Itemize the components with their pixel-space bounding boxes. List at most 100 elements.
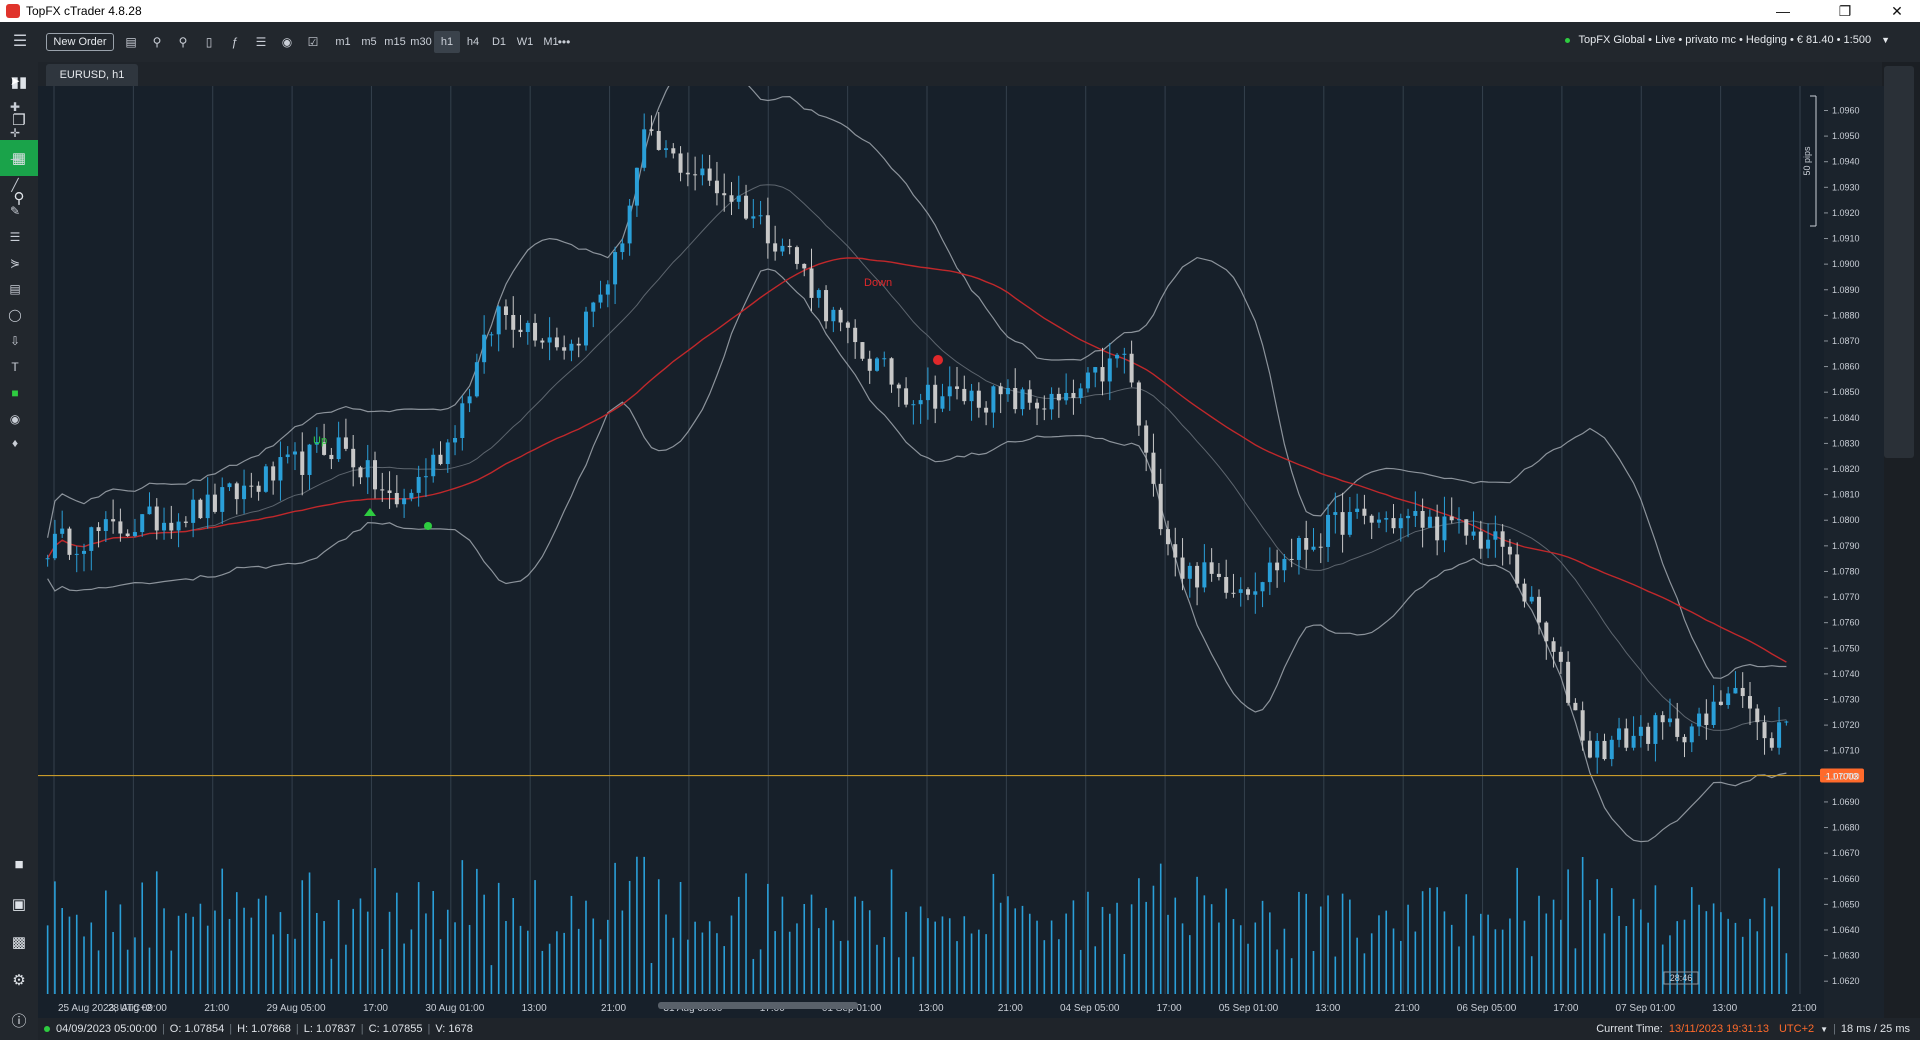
candle-body [1558,651,1563,662]
candle-body [1420,510,1425,528]
tab-eurusd-h1[interactable]: EURUSD, h1 [46,64,138,86]
candle-body [1587,740,1592,758]
crosshair-alt-icon[interactable]: ✛ [2,122,28,144]
minimize-icon[interactable]: — [1760,0,1806,22]
chevron-down-icon[interactable]: ▼ [1820,1025,1828,1034]
account-info[interactable]: TopFX Global • Live • privato mc • Hedgi… [1565,34,1890,46]
candle-body [1507,546,1512,555]
candle-body [373,460,378,490]
restore-icon[interactable]: ❐ [1822,0,1868,22]
candle-body [198,499,203,519]
candle-body [1376,519,1381,523]
candle-body [249,485,254,487]
price-level-label: 1.0820 [1832,464,1860,474]
connection-status-icon [44,1026,50,1032]
eye-icon[interactable]: ◉ [278,31,296,53]
price-level-label: 1.0800 [1832,515,1860,525]
pencil-icon[interactable]: ✎ [2,200,28,222]
crosshair-icon[interactable]: ✚ [2,96,28,118]
price-level-label: 1.0780 [1832,566,1860,576]
layout-icon[interactable]: ▤ [122,31,140,53]
store-icon[interactable]: ▣ [0,886,38,922]
timeframe-m1[interactable]: m1 [330,31,356,53]
candle-body [74,553,79,555]
horizontal-scrollbar[interactable] [658,1002,858,1009]
candle-body [998,386,1003,395]
horizontal-line-icon[interactable]: ─ [2,148,28,170]
time-axis-label: 13:00 [522,1003,547,1014]
channel-icon[interactable]: ☰ [2,226,28,248]
candle-body [380,489,385,491]
alert-bell-icon[interactable]: ♦ [2,432,28,454]
candle-body [1784,721,1789,723]
candle-body [1384,518,1389,520]
time-axis-label: 28 Aug 09:00 [108,1003,167,1014]
candle-body [569,343,574,351]
briefcase-icon[interactable]: ■ [0,846,38,882]
fibonacci-icon[interactable]: ▤ [2,278,28,300]
price-level-label: 1.0650 [1832,899,1860,909]
chart-type-icon[interactable]: ▯ [200,31,218,53]
timeframe-W1[interactable]: W1 [512,31,538,53]
candle-body [1478,531,1483,549]
candle-body [1333,512,1338,515]
candle-body [976,390,981,408]
candle-body [1747,696,1752,709]
indicators-icon[interactable]: ƒ [226,31,244,53]
candle-body [1456,519,1461,521]
settings-check-icon[interactable]: ☑ [304,31,322,53]
candle-body [896,384,901,389]
candle-body [947,386,952,397]
candle-body [649,129,654,131]
candle-body [1660,715,1665,723]
more-options-icon[interactable]: ••• [555,31,573,53]
candle-body [940,396,945,409]
layers-icon[interactable]: ☰ [252,31,270,53]
arrow-icon[interactable]: ⇩ [2,330,28,352]
timeframe-D1[interactable]: D1 [486,31,512,53]
candle-body [1202,562,1207,588]
timeframe-m30[interactable]: m30 [408,31,434,53]
timeframe-m5[interactable]: m5 [356,31,382,53]
pitchfork-icon[interactable]: ⋟ [2,252,28,274]
wallet-icon[interactable]: ▩ [0,924,38,960]
help-icon[interactable]: ⓘ [0,1002,38,1038]
timeframe-m15[interactable]: m15 [382,31,408,53]
candle-body [1762,722,1767,739]
color-swatch-icon[interactable]: ■ [2,382,28,404]
candle-body [1500,531,1505,547]
time-axis-label: 29 Aug 05:00 [267,1003,326,1014]
price-level-label: 1.0700 [1832,771,1860,781]
candle-body [714,180,719,194]
candle-body [1224,577,1229,593]
zoom-in-icon[interactable]: ⚲ [148,31,166,53]
timeframe-h4[interactable]: h4 [460,31,486,53]
timeframe-h1[interactable]: h1 [434,31,460,53]
price-chart[interactable]: 1.070031.09601.09501.09401.09301.09201.0… [38,86,1884,1018]
candle-body [1056,393,1061,401]
candle-body [1595,740,1600,758]
price-level-label: 1.0660 [1832,874,1860,884]
new-order-button[interactable]: New Order [46,33,114,51]
time-axis-label: 06 Sep 05:00 [1457,1003,1517,1014]
candle-body [169,522,174,531]
candle-body [329,454,334,460]
camera-icon[interactable]: ◉ [2,408,28,430]
close-icon[interactable]: ✕ [1874,0,1920,22]
candle-body [1020,389,1025,410]
hamburger-menu-icon[interactable]: ☰ [8,30,32,52]
candle-body [438,454,443,465]
candle-body [860,342,865,359]
ellipse-icon[interactable]: ◯ [2,304,28,326]
settings-icon[interactable]: ⚙ [0,962,38,998]
signal-down-label: Down [864,277,892,289]
candle-body [1769,738,1774,748]
zoom-out-icon[interactable]: ⚲ [174,31,192,53]
candle-body [787,245,792,248]
candle-body [1529,596,1534,602]
price-level-label: 1.0690 [1832,797,1860,807]
candle-body [1107,358,1112,382]
cursor-icon[interactable]: ➤ [2,70,28,92]
text-icon[interactable]: T [2,356,28,378]
trend-line-icon[interactable]: ╱ [2,174,28,196]
